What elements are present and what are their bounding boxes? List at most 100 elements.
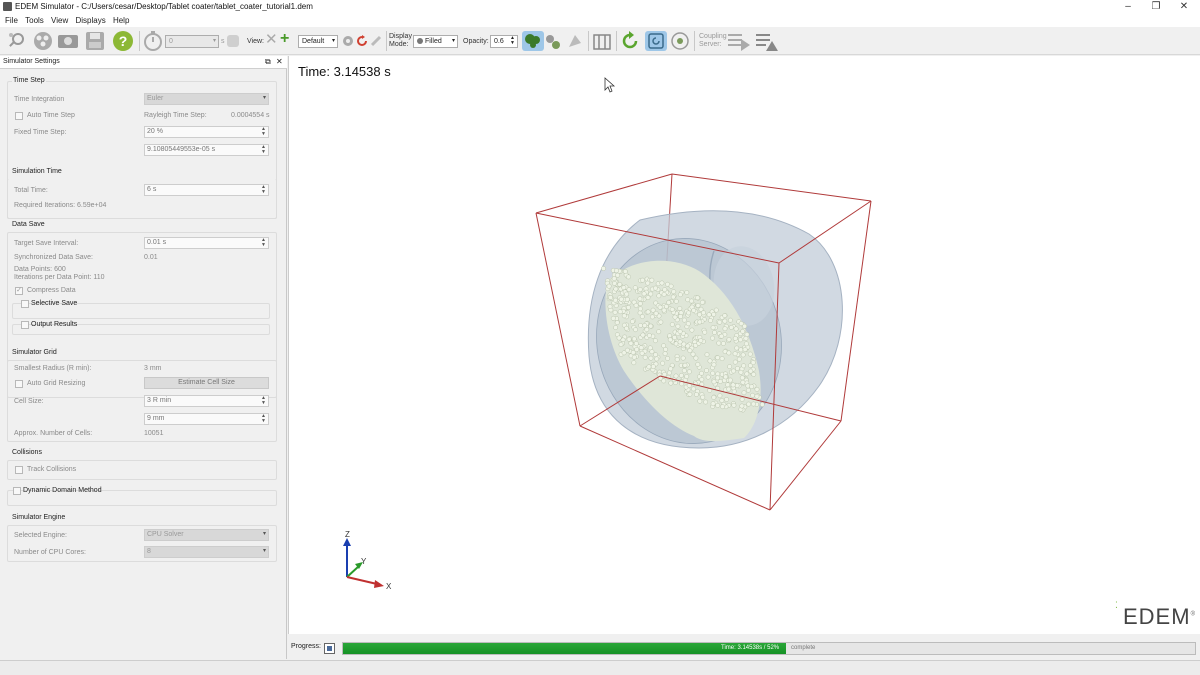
fixed-time-step-seconds-input[interactable]: 9.10805449553e-05 s ▲ ▼ xyxy=(144,144,269,156)
estimate-cell-size-button[interactable]: Estimate Cell Size xyxy=(144,377,269,389)
tablet-particle xyxy=(660,360,666,366)
particles-icon[interactable] xyxy=(32,30,54,52)
record-icon[interactable] xyxy=(57,30,79,52)
help-icon[interactable]: ? xyxy=(112,30,134,52)
spinner-arrows-icon[interactable]: ▲ ▼ xyxy=(261,127,266,137)
tablet-particle xyxy=(742,347,748,352)
save-interval-input[interactable]: 0.01 s ▲ ▼ xyxy=(144,237,269,249)
particles-toggle-icon[interactable] xyxy=(522,31,544,51)
close-panel-icon[interactable]: ✕ xyxy=(276,56,283,68)
columns-icon[interactable] xyxy=(593,33,611,51)
menu-displays[interactable]: Displays xyxy=(70,14,105,27)
close-view-icon[interactable]: ✕ xyxy=(265,31,278,49)
tablet-particle xyxy=(653,285,658,291)
output-results-checkbox[interactable] xyxy=(21,321,29,329)
gear-icon[interactable] xyxy=(342,35,354,47)
cpu-cores-select[interactable]: 8 ▾ xyxy=(144,546,269,558)
tablet-particle xyxy=(665,355,671,361)
stop-button[interactable] xyxy=(324,643,335,654)
tablet-particle xyxy=(613,325,619,331)
tablet-particle xyxy=(750,392,756,398)
tablet-particle xyxy=(701,310,706,316)
tablet-particle xyxy=(646,332,652,338)
track-collisions-checkbox[interactable] xyxy=(15,466,23,474)
coupling-start-icon[interactable] xyxy=(727,31,751,51)
toolbar-separator xyxy=(616,31,617,51)
tablet-particle xyxy=(667,337,673,343)
spinner-arrows-icon[interactable]: ▲ ▼ xyxy=(261,414,266,424)
tablet-particle xyxy=(626,336,632,342)
cell-size-r-input[interactable]: 3 R min ▲ ▼ xyxy=(144,395,269,407)
tablet-particle xyxy=(668,380,674,386)
tablet-particle xyxy=(644,327,650,333)
save-icon[interactable] xyxy=(84,30,106,52)
spinner-arrows-icon: ▲ ▼ xyxy=(510,35,515,46)
tablet-particle xyxy=(731,402,737,408)
total-time-input[interactable]: 6 s ▲ ▼ xyxy=(144,184,269,196)
logo-mark-icon: ⁚ xyxy=(1115,600,1119,610)
fixed-time-step-percent-input[interactable]: 20 % ▲ ▼ xyxy=(144,126,269,138)
restore-button[interactable]: ❐ xyxy=(1144,0,1168,14)
display-mode-select[interactable]: Filled ▾ xyxy=(413,35,458,48)
search-particles-icon[interactable] xyxy=(6,30,28,52)
opacity-input[interactable]: 0.6 ▲ ▼ xyxy=(490,35,518,48)
tablet-particle xyxy=(693,355,699,361)
reset-view-icon[interactable] xyxy=(356,35,368,47)
auto-refresh-icon[interactable] xyxy=(645,31,667,51)
compress-data-checkbox[interactable]: ✓ xyxy=(15,287,23,295)
simulation-viewport[interactable]: Time: 3.14538 s Z Y X ⁚ EDEM® xyxy=(288,56,1200,634)
menu-file[interactable]: File xyxy=(0,14,18,27)
progress-suffix: complete xyxy=(791,645,816,651)
spinner-arrows-icon[interactable]: ▲ ▼ xyxy=(261,396,266,406)
tablet-particle xyxy=(730,382,736,388)
coupling-warning-icon[interactable] xyxy=(755,31,779,51)
float-panel-icon[interactable]: ⧉ xyxy=(265,56,271,68)
tablet-particle xyxy=(677,292,683,298)
tablet-particle xyxy=(746,401,752,407)
close-button[interactable]: ✕ xyxy=(1172,0,1196,14)
tablet-particle xyxy=(608,295,614,300)
tablet-particle xyxy=(677,305,683,311)
minimize-button[interactable]: – xyxy=(1116,0,1140,14)
spinner-arrows-icon[interactable]: ▲ ▼ xyxy=(261,238,266,248)
tablet-particle xyxy=(687,348,693,354)
auto-time-step-checkbox[interactable] xyxy=(15,112,23,120)
menu-help[interactable]: Help xyxy=(108,14,129,27)
tablet-particle xyxy=(613,286,619,292)
menu-view[interactable]: View xyxy=(46,14,68,27)
save-interval-value: 0.01 s xyxy=(147,239,167,246)
axis-y-label: Y xyxy=(361,557,367,566)
geometry-icon[interactable] xyxy=(567,33,583,51)
view-preset-select[interactable]: Default ▾ xyxy=(298,35,338,48)
window-title: EDEM Simulator - C:/Users/cesar/Desktop/… xyxy=(15,2,313,11)
menu-bar: File Tools View Displays Help xyxy=(0,14,1200,27)
auto-grid-checkbox[interactable] xyxy=(15,380,23,388)
auto-grid-label: Auto Grid Resizing xyxy=(27,380,86,387)
tablet-particle xyxy=(614,320,620,326)
skip-end-icon[interactable] xyxy=(227,35,239,47)
time-integration-select[interactable]: Euler ▾ xyxy=(144,93,269,105)
stopwatch-icon[interactable] xyxy=(143,30,163,52)
tablet-particle xyxy=(630,350,636,355)
spinner-arrows-icon[interactable]: ▲ ▼ xyxy=(261,185,266,195)
pencil-icon[interactable] xyxy=(370,35,382,47)
tablet-particle xyxy=(749,384,755,390)
selected-engine-select[interactable]: CPU Solver ▾ xyxy=(144,529,269,541)
tablet-particle xyxy=(681,341,687,347)
molecule-icon[interactable] xyxy=(670,31,690,51)
logo-text: EDEM xyxy=(1123,604,1191,629)
tablet-particle xyxy=(621,350,627,356)
selective-save-label: Selective Save xyxy=(31,300,78,307)
menu-tools[interactable]: Tools xyxy=(20,14,44,27)
step-value-field[interactable]: 0 ▾ xyxy=(165,35,219,48)
bonds-icon[interactable] xyxy=(545,33,561,51)
dynamic-domain-checkbox[interactable] xyxy=(13,487,21,495)
add-view-icon[interactable]: + xyxy=(280,30,289,48)
tablet-particle xyxy=(747,351,753,357)
refresh-icon[interactable] xyxy=(620,31,640,51)
tablet-particle xyxy=(606,283,612,289)
cell-size-mm-input[interactable]: 9 mm ▲ ▼ xyxy=(144,413,269,425)
tablet-particle xyxy=(673,373,679,379)
selective-save-checkbox[interactable] xyxy=(21,300,29,308)
spinner-arrows-icon[interactable]: ▲ ▼ xyxy=(261,145,266,155)
